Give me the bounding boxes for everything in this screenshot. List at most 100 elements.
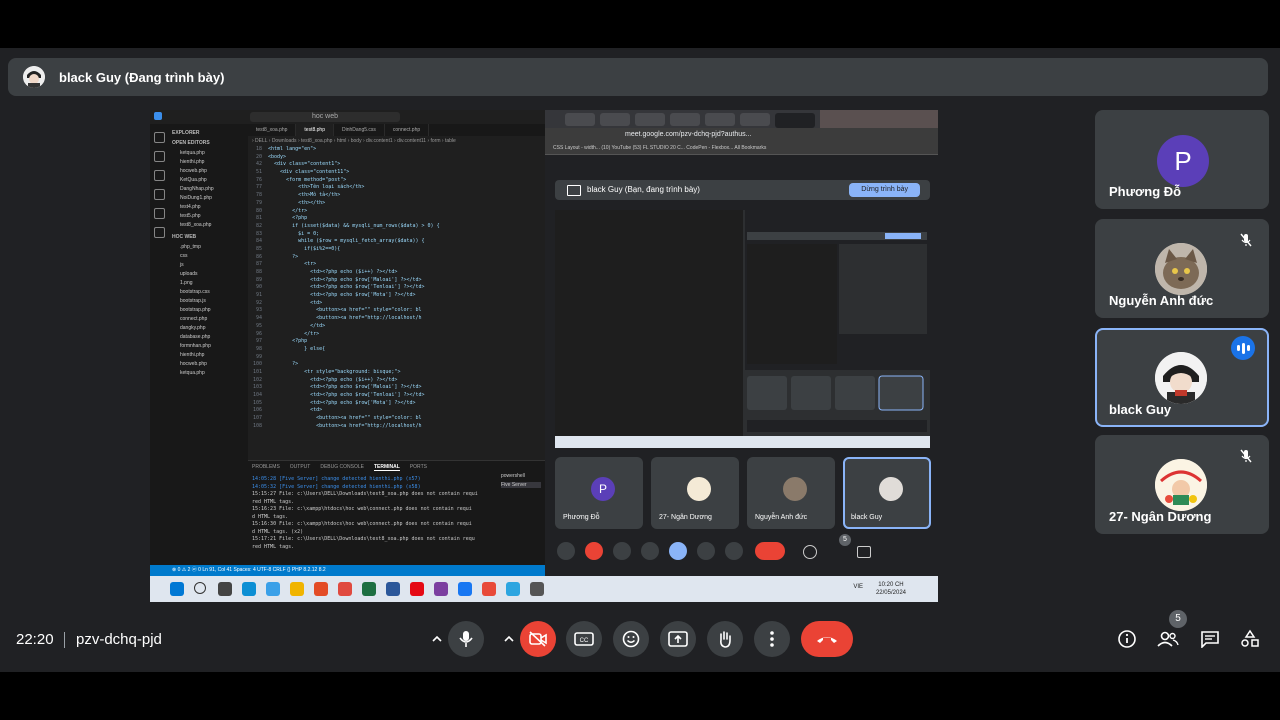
open-editor-item[interactable]: hienthi.php <box>180 159 248 165</box>
inner-present-icon[interactable] <box>669 542 687 560</box>
remote-icon[interactable] <box>154 227 165 238</box>
chrome-taskbar-icon[interactable] <box>338 582 352 596</box>
inner-hand-icon[interactable] <box>697 542 715 560</box>
inner-camera-off-icon[interactable] <box>585 542 603 560</box>
app4-taskbar-icon[interactable] <box>506 582 520 596</box>
inner-chat-icon[interactable] <box>857 546 871 558</box>
code-text: <td><?php echo $row['Mota'] ?></td> <box>268 399 416 406</box>
file-tree-item[interactable]: hienthi.php <box>180 352 248 358</box>
word-taskbar-icon[interactable] <box>386 582 400 596</box>
search-icon[interactable] <box>154 151 165 162</box>
vscode-search[interactable]: hoc web <box>250 112 400 122</box>
open-editor-item[interactable]: ketqua.php <box>180 150 248 156</box>
editor-tab[interactable]: test8_xoa.php <box>248 124 297 136</box>
inner-captions-icon[interactable] <box>613 542 631 560</box>
line-number: 81 <box>255 215 262 222</box>
inner-people-icon[interactable]: 5 <box>829 534 851 560</box>
taskbar-search-icon[interactable] <box>194 582 206 594</box>
meeting-clock: 22:20 <box>16 631 54 648</box>
code-text: while ($row = mysqli_fetch_array($data))… <box>268 238 425 245</box>
windows-start-icon[interactable] <box>170 582 184 596</box>
file-tree-item[interactable]: uploads <box>180 271 248 277</box>
run-debug-icon[interactable] <box>154 189 165 200</box>
explorer-taskbar-icon[interactable] <box>290 582 304 596</box>
netflix-taskbar-icon[interactable] <box>410 582 424 596</box>
app3-taskbar-icon[interactable] <box>482 582 496 596</box>
file-tree-item[interactable]: database.php <box>180 334 248 340</box>
stop-presenting-button[interactable]: Dừng trình bày <box>849 183 920 197</box>
mic-button[interactable] <box>448 621 484 657</box>
code-line: 77 <th>Tên loại sách</th> <box>248 184 545 192</box>
terminal-panel-item[interactable]: powershell <box>501 473 541 479</box>
editor-tab[interactable]: DinhDang5.css <box>334 124 385 136</box>
terminal-tab[interactable]: PORTS <box>410 464 427 470</box>
editor-tab[interactable]: connect.php <box>385 124 430 136</box>
open-editor-item[interactable]: NoiDung1.php <box>180 195 248 201</box>
terminal-tab[interactable]: TERMINAL <box>373 464 400 471</box>
inner-more-icon[interactable] <box>725 542 743 560</box>
facebook-taskbar-icon[interactable] <box>458 582 472 596</box>
terminal-line: red HTML tags. <box>252 543 295 550</box>
file-tree-item[interactable]: js <box>180 262 248 268</box>
meeting-code[interactable]: pzv-dchq-pjd <box>76 631 162 648</box>
file-tree-item[interactable]: dangky.php <box>180 325 248 331</box>
activities-button[interactable] <box>1237 626 1263 652</box>
file-tree-item[interactable]: hocweb.php <box>180 361 248 367</box>
raise-hand-button[interactable] <box>707 621 743 657</box>
camera-button[interactable] <box>520 621 556 657</box>
folder-header[interactable]: HOC WEB <box>172 234 248 240</box>
terminal-tab[interactable]: OUTPUT <box>290 464 311 470</box>
file-tree-item[interactable]: ketqua.php <box>180 370 248 376</box>
file-tree-item[interactable]: bootstrap.php <box>180 307 248 313</box>
inner-emoji-icon[interactable] <box>641 542 659 560</box>
open-editor-item[interactable]: KetQua.php <box>180 177 248 183</box>
line-number: 77 <box>255 184 262 191</box>
reactions-button[interactable] <box>613 621 649 657</box>
open-editor-item[interactable]: test4.php <box>180 204 248 210</box>
open-editor-item[interactable]: test8_xoa.php <box>180 222 248 228</box>
open-editor-item[interactable]: hocweb.php <box>180 168 248 174</box>
excel-taskbar-icon[interactable] <box>362 582 376 596</box>
terminal-panel-item[interactable]: Five Server <box>501 482 541 488</box>
terminal-line: 15:16:30 File: c:\xampp\htdocs\hoc web\c… <box>252 521 472 527</box>
inner-info-icon[interactable] <box>803 545 817 559</box>
video-options-chevron-icon[interactable] <box>502 632 516 646</box>
audio-options-chevron-icon[interactable] <box>430 632 444 646</box>
task-view-icon[interactable] <box>218 582 232 596</box>
app-taskbar-icon[interactable] <box>314 582 328 596</box>
open-editors-header[interactable]: OPEN EDITORS <box>172 140 248 146</box>
file-tree-item[interactable]: .php_tmp <box>180 244 248 250</box>
inner-activities-icon[interactable] <box>883 542 901 560</box>
present-button[interactable] <box>660 621 696 657</box>
file-tree-item[interactable]: connect.php <box>180 316 248 322</box>
terminal-tab[interactable]: PROBLEMS <box>252 464 280 470</box>
chat-button[interactable] <box>1197 626 1223 652</box>
leave-call-button[interactable] <box>801 621 853 657</box>
inner-mic-icon[interactable] <box>557 542 575 560</box>
inner-host-controls-icon[interactable] <box>907 542 925 560</box>
meeting-info-button[interactable] <box>1114 626 1140 652</box>
extensions-icon[interactable] <box>154 208 165 219</box>
files-icon[interactable] <box>154 132 165 143</box>
terminal-tab[interactable]: DEBUG CONSOLE <box>320 464 364 470</box>
file-tree-item[interactable]: bootstrap.js <box>180 298 248 304</box>
code-area[interactable]: 18 <html lang="en"> 20 <body> 42 <div class=… <box>248 146 545 430</box>
captions-button[interactable]: CC <box>566 621 602 657</box>
edge-icon[interactable] <box>242 582 256 596</box>
chrome-address-bar[interactable]: meet.google.com/pzv-dchq-pjd?authus... <box>545 128 938 142</box>
vscode-taskbar-icon[interactable] <box>266 582 280 596</box>
editor-tab[interactable]: test8.php <box>296 124 334 136</box>
more-options-button[interactable] <box>754 621 790 657</box>
people-button[interactable] <box>1155 626 1181 652</box>
inner-hangup-icon[interactable] <box>755 542 785 560</box>
app2-taskbar-icon[interactable] <box>434 582 448 596</box>
file-tree-item[interactable]: 1.png <box>180 280 248 286</box>
app5-taskbar-icon[interactable] <box>530 582 544 596</box>
file-tree-item[interactable]: css <box>180 253 248 259</box>
file-tree-item[interactable]: formnhan.php <box>180 343 248 349</box>
file-tree-item[interactable]: bootstrap.css <box>180 289 248 295</box>
open-editor-item[interactable]: test5.php <box>180 213 248 219</box>
source-control-icon[interactable] <box>154 170 165 181</box>
open-editor-item[interactable]: DangNhap.php <box>180 186 248 192</box>
divider <box>64 632 65 648</box>
